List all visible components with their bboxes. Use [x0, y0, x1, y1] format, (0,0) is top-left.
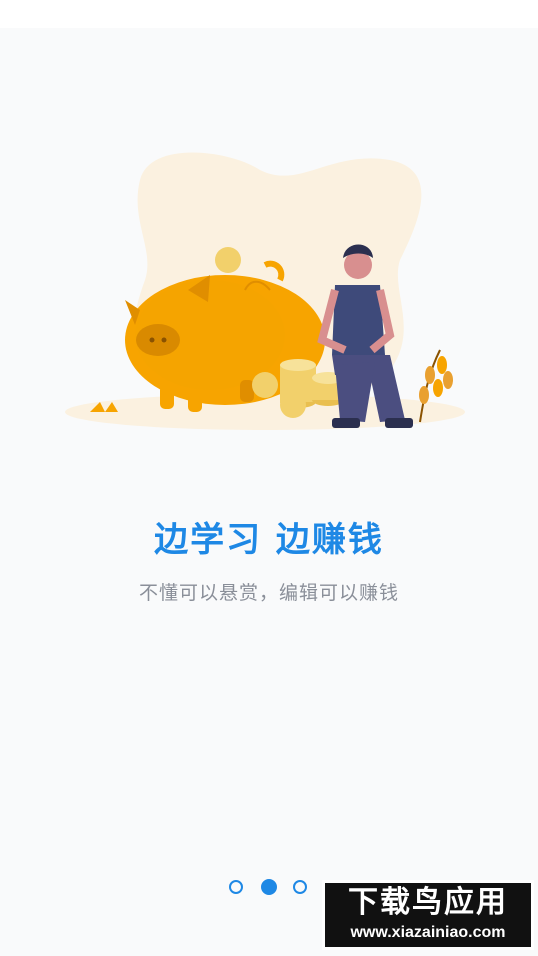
onboarding-subtitle: 不懂可以悬赏，编辑可以赚钱	[138, 582, 399, 604]
coin-icon	[215, 247, 241, 273]
onboarding-title: 边学习 边赚钱	[154, 520, 384, 560]
page-dot-3[interactable]	[293, 880, 307, 894]
piggy-bank-illustration	[65, 152, 465, 430]
watermark-text: 下载鸟应用	[348, 886, 508, 919]
watermark: 下载鸟应用 www.xiazainiao.com	[322, 880, 534, 950]
watermark-url: www.xiazainiao.com	[350, 924, 506, 941]
status-bar-area	[0, 0, 538, 28]
page-dot-1[interactable]	[229, 880, 243, 894]
page-dot-2-active[interactable]	[261, 879, 277, 895]
